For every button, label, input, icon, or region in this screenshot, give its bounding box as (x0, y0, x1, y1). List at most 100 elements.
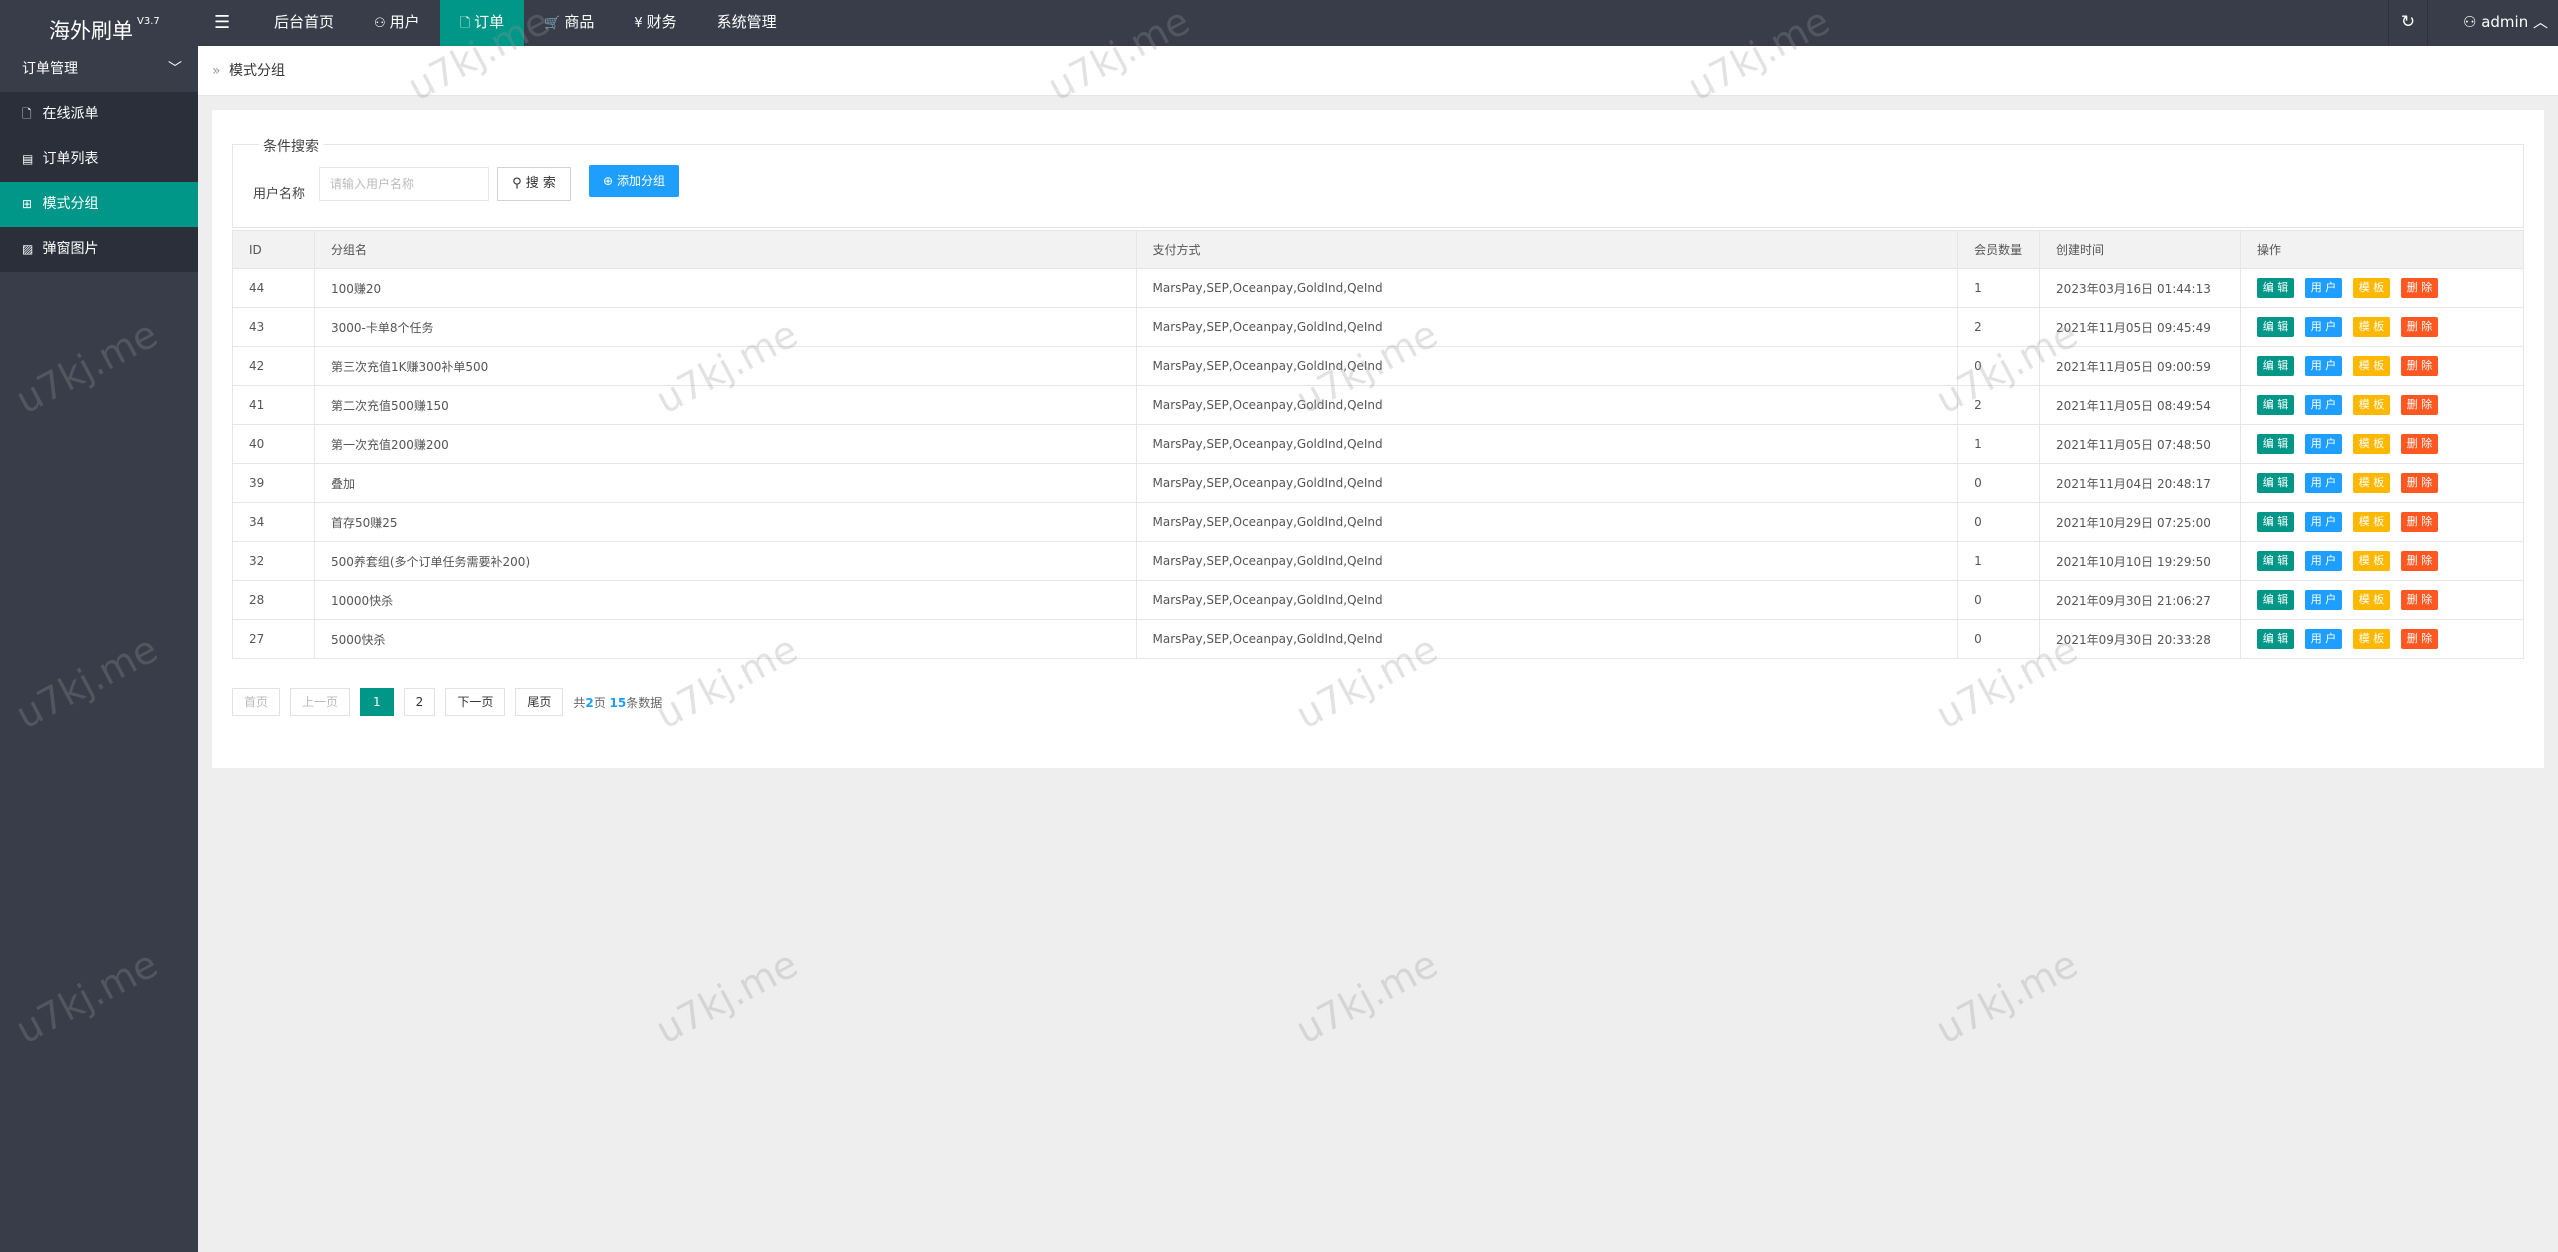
add-group-button[interactable]: ⊕ 添加分组 (589, 165, 679, 197)
template-button[interactable]: 模 板 (2353, 629, 2391, 649)
col-header-created: 创建时间 (2039, 230, 2242, 269)
edit-button[interactable]: 编 辑 (2257, 434, 2295, 454)
topnav-products[interactable]: 🛒 商品 (524, 0, 614, 46)
cell-created: 2021年09月30日 20:33:28 (2039, 619, 2242, 659)
table-row: 34 首存50赚25 MarsPay,SEP,Oceanpay,GoldInd,Qe… (232, 502, 2524, 542)
users-button[interactable]: 用 户 (2305, 434, 2343, 454)
sidebar-item-order-list[interactable]: ▤ 订单列表 (0, 137, 198, 182)
app-logo[interactable]: 海外刷单 V3.7 (0, 0, 198, 46)
template-button[interactable]: 模 板 (2353, 473, 2391, 493)
users-button[interactable]: 用 户 (2305, 590, 2343, 610)
cell-pay: MarsPay,SEP,Oceanpay,GoldInd,QeInd (1135, 541, 1959, 581)
topnav-users[interactable]: ⚇ 用户 (354, 0, 440, 46)
delete-button[interactable]: 删 除 (2401, 356, 2439, 376)
users-button[interactable]: 用 户 (2305, 356, 2343, 376)
users-button[interactable]: 用 户 (2305, 551, 2343, 571)
topnav-label: 后台首页 (274, 13, 335, 31)
cell-id: 27 (232, 619, 315, 659)
sidebar-group-label: 订单管理 (22, 61, 78, 77)
delete-button[interactable]: 删 除 (2401, 473, 2439, 493)
search-icon: ⚲ (512, 176, 522, 191)
app-title: 海外刷单 (49, 19, 133, 43)
delete-button[interactable]: 删 除 (2401, 629, 2439, 649)
pager-prev[interactable]: 上一页 (290, 688, 351, 716)
template-button[interactable]: 模 板 (2353, 317, 2391, 337)
cell-pay: MarsPay,SEP,Oceanpay,GoldInd,QeInd (1135, 385, 1959, 425)
cell-name: 第一次充值200赚200 (313, 424, 1137, 464)
hamburger-icon[interactable]: ☰ (214, 12, 230, 33)
cell-name: 10000快杀 (313, 580, 1137, 620)
edit-button[interactable]: 编 辑 (2257, 395, 2295, 415)
pager-first[interactable]: 首页 (232, 688, 281, 716)
delete-button[interactable]: 删 除 (2401, 434, 2439, 454)
cell-name: 5000快杀 (313, 619, 1137, 659)
sidebar-item-mode-group[interactable]: ⊞ 模式分组 (0, 182, 198, 227)
pager-next[interactable]: 下一页 (445, 688, 506, 716)
pagination: 首页 上一页 1 2 下一页 尾页 共2页 15条数据 (232, 688, 662, 716)
sidebar-item-popup-image[interactable]: ▨ 弹窗图片 (0, 227, 198, 272)
template-button[interactable]: 模 板 (2353, 551, 2391, 571)
users-button[interactable]: 用 户 (2305, 629, 2343, 649)
cell-actions: 编 辑用 户模 板删 除 (2240, 424, 2524, 464)
breadcrumb-current[interactable]: 模式分组 (229, 63, 285, 79)
topnav-orders[interactable]: 🗋 订单 (439, 0, 525, 46)
cell-members: 1 (1957, 541, 2041, 581)
pager-page-1[interactable]: 1 (360, 688, 394, 716)
cell-id: 40 (232, 424, 315, 464)
search-button[interactable]: ⚲ 搜 索 (497, 167, 571, 201)
row-actions: 编 辑用 户模 板删 除 (2257, 473, 2523, 493)
template-button[interactable]: 模 板 (2353, 395, 2391, 415)
sidebar-group-orders[interactable]: 订单管理 ﹀ (0, 46, 198, 92)
pager-last[interactable]: 尾页 (515, 688, 564, 716)
cell-pay: MarsPay,SEP,Oceanpay,GoldInd,QeInd (1135, 307, 1959, 347)
topnav-system[interactable]: 系统管理 (697, 0, 797, 46)
document-icon: 🗋 (22, 107, 32, 121)
edit-button[interactable]: 编 辑 (2257, 356, 2295, 376)
pager-page-2[interactable]: 2 (403, 688, 436, 716)
users-button[interactable]: 用 户 (2305, 317, 2343, 337)
user-menu[interactable]: ⚇ admin ︿ (2463, 0, 2548, 46)
edit-button[interactable]: 编 辑 (2257, 629, 2295, 649)
delete-button[interactable]: 删 除 (2401, 512, 2439, 532)
delete-button[interactable]: 删 除 (2401, 278, 2439, 298)
users-button[interactable]: 用 户 (2305, 473, 2343, 493)
template-button[interactable]: 模 板 (2353, 512, 2391, 532)
cell-actions: 编 辑用 户模 板删 除 (2240, 502, 2524, 542)
topnav-home[interactable]: 后台首页 (254, 0, 354, 46)
topnav-finance[interactable]: ¥ 财务 (614, 0, 696, 46)
chevron-up-icon: ︿ (2532, 13, 2548, 31)
users-button[interactable]: 用 户 (2305, 395, 2343, 415)
username-input[interactable] (319, 167, 489, 201)
edit-button[interactable]: 编 辑 (2257, 473, 2295, 493)
template-button[interactable]: 模 板 (2353, 590, 2391, 610)
edit-button[interactable]: 编 辑 (2257, 317, 2295, 337)
cell-members: 2 (1957, 385, 2041, 425)
cell-name: 首存50赚25 (313, 502, 1137, 542)
pager-info-mid: 页 (593, 695, 610, 710)
template-button[interactable]: 模 板 (2353, 356, 2391, 376)
edit-button[interactable]: 编 辑 (2257, 512, 2295, 532)
cell-id: 28 (232, 580, 315, 620)
refresh-icon[interactable]: ↻ (2388, 0, 2428, 46)
template-button[interactable]: 模 板 (2353, 434, 2391, 454)
row-actions: 编 辑用 户模 板删 除 (2257, 629, 2523, 649)
edit-button[interactable]: 编 辑 (2257, 551, 2295, 571)
delete-button[interactable]: 删 除 (2401, 317, 2439, 337)
row-actions: 编 辑用 户模 板删 除 (2257, 434, 2523, 454)
cell-name: 100赚20 (313, 268, 1137, 308)
edit-button[interactable]: 编 辑 (2257, 590, 2295, 610)
cell-name: 第二次充值500赚150 (313, 385, 1137, 425)
app-version: V3.7 (137, 16, 160, 27)
users-button[interactable]: 用 户 (2305, 512, 2343, 532)
cell-created: 2021年11月05日 07:48:50 (2039, 424, 2242, 464)
delete-button[interactable]: 删 除 (2401, 551, 2439, 571)
delete-button[interactable]: 删 除 (2401, 590, 2439, 610)
users-button[interactable]: 用 户 (2305, 278, 2343, 298)
template-button[interactable]: 模 板 (2353, 278, 2391, 298)
user-icon: ⚇ (374, 16, 386, 31)
row-actions: 编 辑用 户模 板删 除 (2257, 512, 2523, 532)
cell-actions: 编 辑用 户模 板删 除 (2240, 346, 2524, 386)
sidebar-item-dispatch[interactable]: 🗋 在线派单 (0, 92, 198, 137)
edit-button[interactable]: 编 辑 (2257, 278, 2295, 298)
delete-button[interactable]: 删 除 (2401, 395, 2439, 415)
